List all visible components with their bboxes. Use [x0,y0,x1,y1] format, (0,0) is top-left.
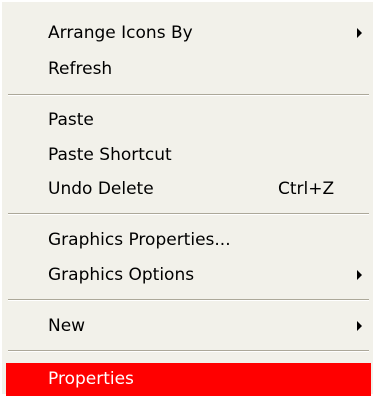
menu-item-label: Properties [48,369,134,389]
menu-item-label: Undo Delete [48,179,154,199]
menu-item-paste[interactable]: Paste [6,105,371,135]
menu-item-label: Paste [48,110,94,130]
desktop-context-menu: Arrange Icons By Refresh Paste Paste Sho… [0,0,373,396]
menu-item-undo-delete[interactable]: Undo Delete Ctrl+Z [6,174,371,204]
menu-item-new[interactable]: New [6,311,371,341]
menu-separator [8,299,369,301]
menu-item-refresh[interactable]: Refresh [6,54,371,84]
menu-item-graphics-properties[interactable]: Graphics Properties... [6,225,371,255]
menu-item-properties[interactable]: Properties [6,363,371,396]
menu-item-graphics-options[interactable]: Graphics Options [6,260,371,290]
menu-item-label: Graphics Options [48,265,195,285]
submenu-arrow-icon [357,321,362,331]
menu-item-paste-shortcut[interactable]: Paste Shortcut [6,140,371,170]
submenu-arrow-icon [357,270,362,280]
menu-separator [8,94,369,96]
menu-item-label: Arrange Icons By [48,23,193,43]
menu-item-label: Refresh [48,59,113,79]
submenu-arrow-icon [357,28,362,38]
menu-item-label: New [48,316,86,336]
menu-separator [8,213,369,215]
menu-item-shortcut: Ctrl+Z [278,179,335,199]
menu-item-label: Paste Shortcut [48,145,172,165]
menu-item-arrange-icons-by[interactable]: Arrange Icons By [6,18,371,48]
menu-item-label: Graphics Properties... [48,230,231,250]
menu-separator [8,350,369,352]
